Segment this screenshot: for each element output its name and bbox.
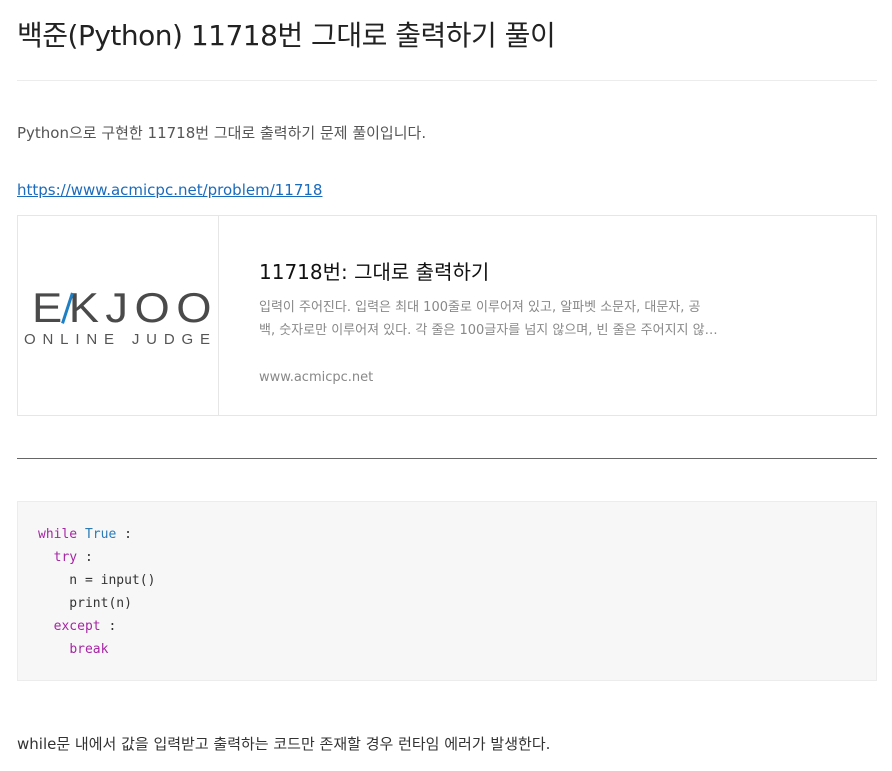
logo-tagline: ONLINE JUDGE — [24, 331, 216, 346]
code-keyword: while — [38, 527, 78, 542]
code-line: try : — [38, 546, 155, 569]
post-conclusion: while문 내에서 값을 입력받고 출력하는 코드만 존재할 경우 런타임 에… — [17, 735, 551, 753]
code-line: except : — [38, 615, 155, 638]
code-text: : — [100, 619, 117, 634]
code-keyword: try — [53, 550, 78, 565]
card-description-line: 백, 숫자로만 이루어져 있다. 각 줄은 100글자를 넘지 않으며, 빈 줄… — [259, 323, 729, 338]
code-content: while True : try : n = input() print(n) … — [38, 523, 155, 661]
code-builtin: True — [84, 527, 117, 542]
card-title[interactable]: 11718번: 그대로 출력하기 — [259, 256, 489, 285]
horizontal-rule — [17, 458, 877, 459]
card-description: 입력이 주어진다. 입력은 최대 100줄로 이루어져 있고, 알파벳 소문자,… — [259, 296, 729, 342]
code-text: : — [77, 550, 93, 565]
card-description-line: 입력이 주어진다. 입력은 최대 100줄로 이루어져 있고, 알파벳 소문자,… — [259, 300, 701, 315]
card-thumbnail: EKJOO ONLINE JUDGE — [18, 216, 219, 415]
code-line: n = input() — [38, 573, 156, 588]
card-host: www.acmicpc.net — [259, 370, 374, 385]
code-text: : — [116, 527, 132, 542]
baekjoon-logo-image: EKJOO ONLINE JUDGE — [24, 286, 218, 346]
problem-link[interactable]: https://www.acmicpc.net/problem/11718 — [17, 181, 322, 199]
code-keyword: except — [53, 619, 101, 634]
code-line: while True : — [38, 523, 155, 546]
code-keyword: break — [69, 642, 109, 657]
logo-wordmark: EKJOO — [32, 286, 218, 331]
code-line: break — [38, 638, 155, 661]
post-intro: Python으로 구현한 11718번 그대로 출력하기 문제 풀이입니다. — [17, 124, 427, 142]
code-line: print(n) — [38, 596, 132, 611]
code-block[interactable]: while True : try : n = input() print(n) … — [17, 501, 877, 681]
link-preview-card[interactable]: EKJOO ONLINE JUDGE 11718번: 그대로 출력하기 입력이 … — [17, 215, 877, 416]
title-divider — [17, 80, 877, 81]
post-title: 백준(Python) 11718번 그대로 출력하기 풀이 — [17, 19, 556, 52]
card-body: 11718번: 그대로 출력하기 입력이 주어진다. 입력은 최대 100줄로 … — [219, 216, 876, 415]
